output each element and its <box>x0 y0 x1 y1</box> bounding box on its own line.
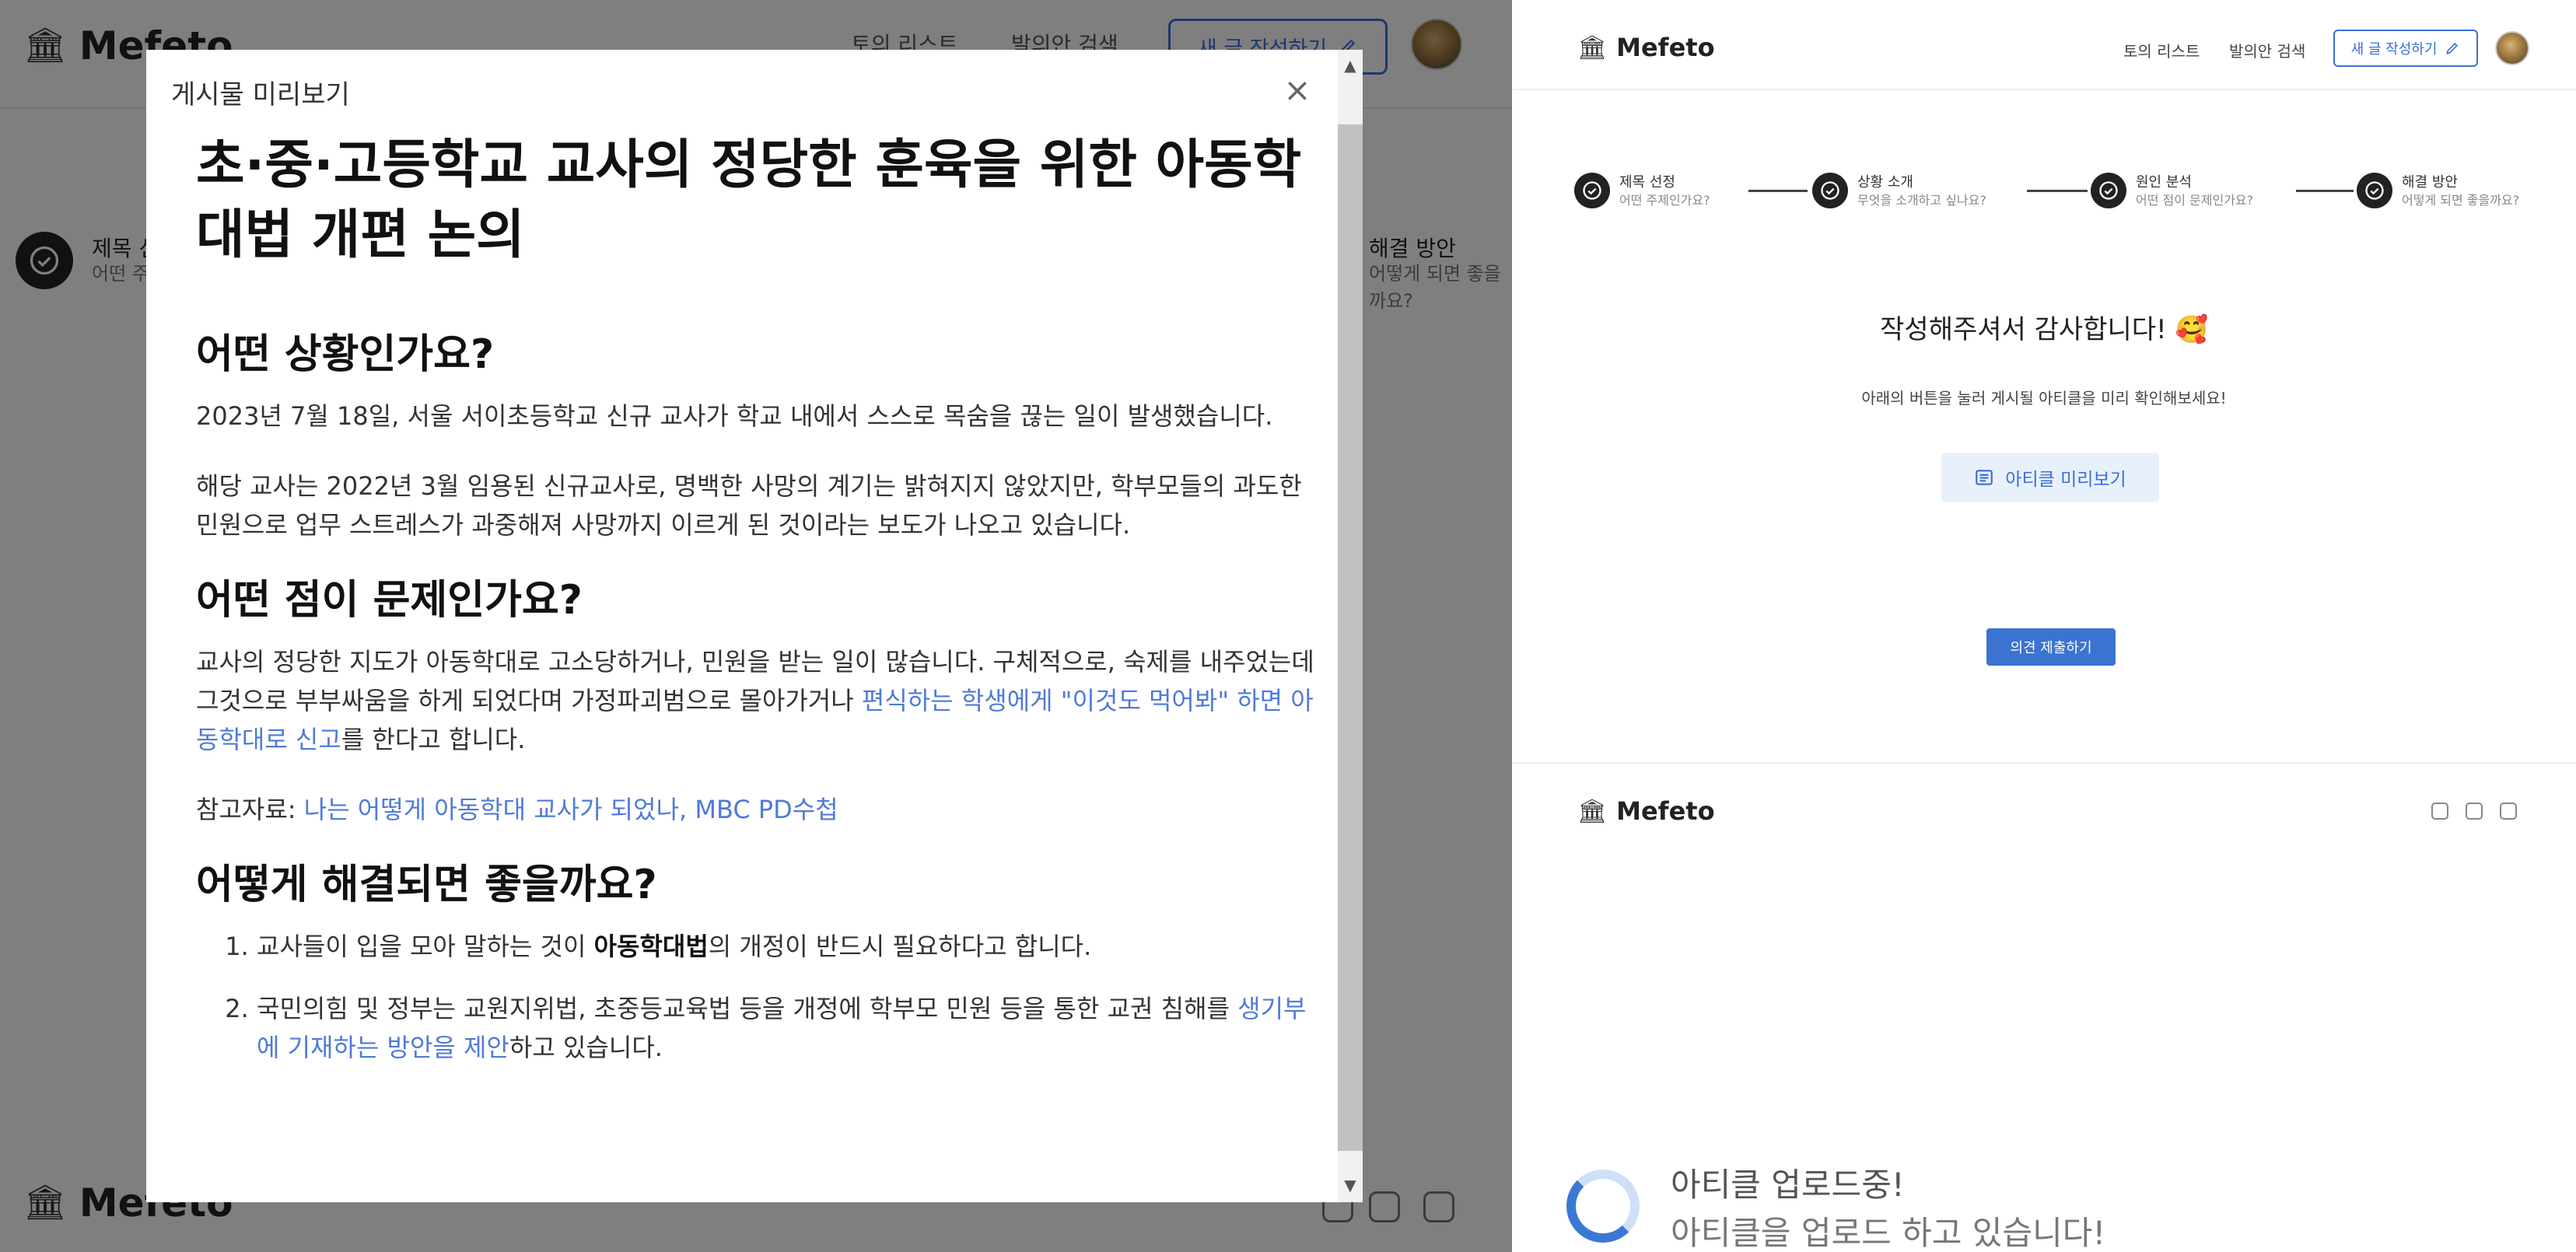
right-app-window: 🏛 Mefeto 토의 리스트 발의안 검색 새 글 작성하기 제목 선정 어떤… <box>1512 0 2576 1252</box>
youtube-icon[interactable] <box>2466 803 2483 820</box>
solution-list: 교사들이 입을 모아 말하는 것이 아동학대법의 개정이 반드시 필요하다고 합… <box>196 927 1316 1067</box>
loading-spinner-icon <box>1566 1170 1640 1243</box>
list-item: 교사들이 입을 모아 말하는 것이 아동학대법의 개정이 반드시 필요하다고 합… <box>257 927 1316 966</box>
step-connector <box>2296 190 2354 192</box>
instagram-icon[interactable] <box>2500 803 2517 820</box>
toast-title: 아티클 업로드중! <box>1671 1166 1905 1204</box>
left-app-window: 🏛 Mefeto 토의 리스트 발의안 검색 새 글 작성하기 제목 선정 어떤… <box>0 0 1512 1252</box>
section-problem: 어떤 점이 문제인가요? 교사의 정당한 지도가 아동학대로 고소당하거나, 민… <box>196 575 1316 829</box>
section-heading: 어떤 점이 문제인가요? <box>196 577 583 624</box>
footer-logo[interactable]: 🏛 Mefeto <box>1577 796 1715 826</box>
list-text: 하고 있습니다. <box>509 1033 663 1062</box>
list-text: 국민의힘 및 정부는 교원지위법, 초중등교육법 등을 개정에 학부모 민원 등… <box>257 994 1238 1023</box>
avatar[interactable] <box>2495 31 2529 65</box>
thanks-heading: 작성해주셔서 감사합니다! 🥰 <box>1880 314 2208 345</box>
preview-modal: 게시물 미리보기 × 초·중·고등학교 교사의 정당한 훈육을 위한 아동학대법… <box>146 50 1363 1202</box>
step-title: 해결 방안 <box>2402 174 2458 191</box>
preview-hint: 아래의 버튼을 눌러 게시될 아티클을 미리 확인해보세요! <box>1861 389 2227 407</box>
article-preview-button[interactable]: 아티클 미리보기 <box>1941 453 2159 502</box>
twitter-icon[interactable] <box>2431 803 2448 820</box>
new-post-label: 새 글 작성하기 <box>2350 41 2438 58</box>
new-post-button[interactable]: 새 글 작성하기 <box>2333 30 2478 67</box>
pencil-icon <box>2446 42 2459 54</box>
list-text: 의 개정이 반드시 필요하다고 합니다. <box>708 932 1092 961</box>
paragraph: 해당 교사는 2022년 3월 임용된 신규교사로, 명백한 사망의 계기는 밝… <box>196 471 1302 540</box>
reference-link[interactable]: 나는 어떻게 아동학대 교사가 되었나, MBC PD수첩 <box>304 795 838 824</box>
step-title: 상황 소개 <box>1857 174 1913 191</box>
step-connector <box>2027 190 2088 192</box>
document-lines-icon <box>1976 470 1993 485</box>
step-subtitle: 어떤 주제인가요? <box>1619 193 1710 208</box>
submit-opinion-button[interactable]: 의견 제출하기 <box>1986 628 2116 666</box>
bank-building-icon: 🏛 <box>1577 797 1608 825</box>
check-circle-icon <box>2357 173 2392 208</box>
close-icon[interactable]: × <box>1282 74 1313 107</box>
step-connector <box>1748 190 1808 192</box>
progress-stepper: 제목 선정 어떤 주제인가요? 상황 소개 무엇을 소개하고 싶나요? 원인 분… <box>1574 170 2519 216</box>
header: 🏛 Mefeto 토의 리스트 발의안 검색 새 글 작성하기 <box>1512 0 2576 90</box>
reference-label: 참고자료: <box>196 795 304 824</box>
brand-name: Mefeto <box>1616 33 1715 62</box>
upload-toast: 아티클 업로드중! 아티클을 업로드 하고 있습니다! <box>1566 1156 2266 1252</box>
step-title: 원인 분석 <box>2136 174 2192 191</box>
check-circle-icon <box>2091 173 2126 208</box>
paragraph: 2023년 7월 18일, 서울 서이초등학교 신규 교사가 학교 내에서 스스… <box>196 401 1273 431</box>
scroll-up-arrow-icon[interactable]: ▲ <box>1338 56 1363 79</box>
logo[interactable]: 🏛 Mefeto <box>1577 33 1715 62</box>
toast-message: 아티클을 업로드 하고 있습니다! <box>1671 1214 2106 1252</box>
modal-title: 게시물 미리보기 <box>171 79 350 110</box>
article-body: 초·중·고등학교 교사의 정당한 훈육을 위한 아동학대법 개편 논의 어떤 상… <box>196 131 1316 1095</box>
list-text: 교사들이 입을 모아 말하는 것이 <box>257 932 594 961</box>
scrollbar-thumb[interactable] <box>1338 124 1363 1151</box>
list-item: 국민의힘 및 정부는 교원지위법, 초중등교육법 등을 개정에 학부모 민원 등… <box>257 989 1316 1067</box>
step-subtitle: 어떤 점이 문제인가요? <box>2136 193 2254 208</box>
section-heading: 어떻게 해결되면 좋을까요? <box>196 862 657 908</box>
brand-name: Mefeto <box>1616 796 1715 826</box>
section-situation: 어떤 상황인가요? 2023년 7월 18일, 서울 서이초등학교 신규 교사가… <box>196 330 1316 544</box>
paragraph-text: 를 한다고 합니다. <box>341 725 526 754</box>
paragraph: 교사의 정당한 지도가 아동학대로 고소당하거나, 민원을 받는 일이 많습니다… <box>196 642 1316 759</box>
bold-text: 아동학대법 <box>593 932 709 961</box>
article-preview-label: 아티클 미리보기 <box>2005 470 2126 490</box>
step-title: 제목 선정 <box>1619 174 1675 191</box>
scroll-down-arrow-icon[interactable]: ▼ <box>1338 1176 1363 1199</box>
nav-proposal-search[interactable]: 발의안 검색 <box>2229 39 2305 61</box>
reference: 참고자료: 나는 어떻게 아동학대 교사가 되었나, MBC PD수첩 <box>196 790 1316 829</box>
bank-building-icon: 🏛 <box>1577 33 1608 61</box>
footer: 🏛 Mefeto <box>1512 762 2576 840</box>
section-heading: 어떤 상황인가요? <box>196 331 495 378</box>
check-circle-icon <box>1812 173 1848 208</box>
nav-topic-list[interactable]: 토의 리스트 <box>2123 39 2200 61</box>
step-subtitle: 무엇을 소개하고 싶나요? <box>1857 193 1986 208</box>
check-circle-icon <box>1574 173 1610 208</box>
article-title: 초·중·고등학교 교사의 정당한 훈육을 위한 아동학대법 개편 논의 <box>196 135 1302 266</box>
step-subtitle: 어떻게 되면 좋을까요? <box>2402 193 2520 208</box>
section-solution: 어떻게 해결되면 좋을까요? 교사들이 입을 모아 말하는 것이 아동학대법의 … <box>196 860 1316 1067</box>
